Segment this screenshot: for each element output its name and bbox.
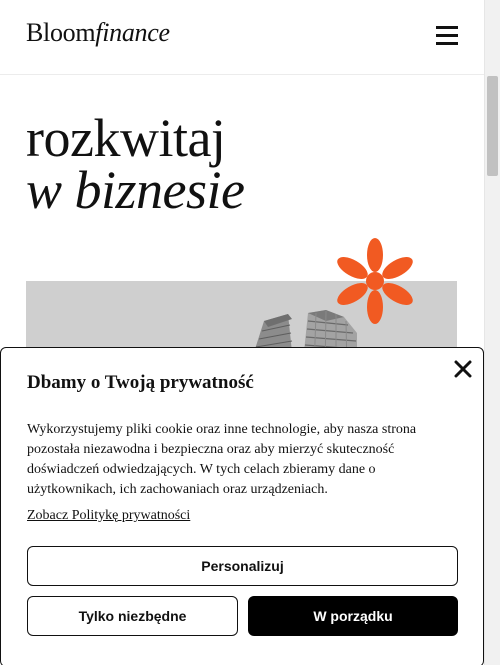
scrollbar-thumb[interactable]: [487, 76, 498, 176]
accept-button[interactable]: W porządku: [248, 596, 458, 636]
privacy-policy-link[interactable]: Zobacz Politykę prywatności: [27, 508, 190, 524]
close-icon[interactable]: [454, 360, 472, 378]
logo-text-main: Bloom: [26, 18, 96, 47]
cookie-dialog-body: Wykorzystujemy pliki cookie oraz inne te…: [27, 422, 417, 497]
site-header: Bloomfinance: [0, 0, 484, 75]
page-scrollbar[interactable]: [484, 0, 500, 665]
hero-heading: rozkwitaj w biznesie: [26, 108, 245, 220]
brand-logo[interactable]: Bloomfinance: [26, 18, 170, 48]
personalize-button[interactable]: Personalizuj: [27, 546, 458, 586]
necessary-only-button[interactable]: Tylko niezbędne: [27, 596, 238, 636]
logo-text-accent: finance: [95, 18, 170, 47]
hamburger-menu-icon[interactable]: [436, 24, 458, 46]
asterisk-flower-icon: [337, 238, 413, 324]
cookie-consent-dialog: Dbamy o Twoją prywatność Wykorzystujemy …: [0, 347, 484, 665]
page: Bloomfinance rozkwitaj w biznesie Dbamy …: [0, 0, 484, 665]
hero-heading-line2: w biznesie: [26, 160, 245, 220]
hero-heading-line1: rozkwitaj: [26, 108, 226, 168]
cookie-dialog-title: Dbamy o Twoją prywatność: [27, 372, 254, 393]
